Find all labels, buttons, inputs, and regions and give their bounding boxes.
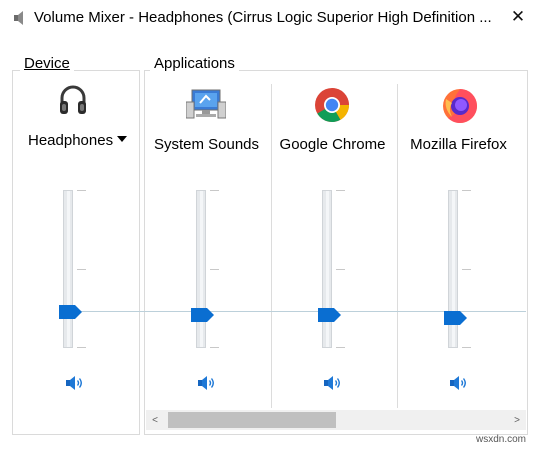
scroll-left-button[interactable]: < bbox=[146, 410, 164, 430]
close-button[interactable]: ✕ bbox=[500, 2, 536, 32]
slider-tick bbox=[210, 190, 219, 191]
slider-tick bbox=[336, 347, 345, 348]
column-divider bbox=[397, 84, 398, 408]
device-speaker-icon[interactable] bbox=[65, 374, 85, 392]
system-sounds-icon bbox=[186, 89, 226, 119]
slider-tick bbox=[462, 190, 471, 191]
app-name-mozilla-firefox: Mozilla Firefox bbox=[410, 136, 507, 153]
app-name-google-chrome: Google Chrome bbox=[279, 136, 386, 153]
chrome-icon bbox=[315, 88, 349, 122]
device-dropdown-label: Headphones bbox=[28, 132, 114, 149]
system-sounds-volume-slider[interactable] bbox=[196, 190, 206, 348]
slider-tick bbox=[462, 347, 471, 348]
system-sounds-speaker-icon[interactable] bbox=[197, 374, 217, 392]
slider-tick bbox=[462, 269, 471, 270]
slider-tick bbox=[77, 269, 86, 270]
slider-tick bbox=[336, 190, 345, 191]
device-volume-slider[interactable] bbox=[63, 190, 73, 348]
applications-group-label: Applications bbox=[150, 55, 239, 72]
horizontal-scrollbar[interactable]: < > bbox=[146, 410, 526, 430]
speaker-app-icon bbox=[14, 11, 23, 25]
slider-tick bbox=[210, 269, 219, 270]
chrome-speaker-icon[interactable] bbox=[323, 374, 343, 392]
scrollbar-thumb[interactable] bbox=[168, 412, 336, 428]
firefox-icon bbox=[443, 89, 477, 123]
headphones-icon bbox=[60, 85, 86, 114]
slider-tick bbox=[336, 269, 345, 270]
chrome-volume-slider[interactable] bbox=[322, 190, 332, 348]
scroll-right-button[interactable]: > bbox=[508, 410, 526, 430]
device-dropdown[interactable]: Headphones bbox=[28, 132, 128, 149]
slider-tick bbox=[77, 190, 86, 191]
watermark: wsxdn.com bbox=[476, 434, 527, 445]
app-name-system-sounds: System Sounds bbox=[153, 136, 260, 153]
dropdown-caret-icon bbox=[117, 136, 128, 142]
device-volume-thumb[interactable] bbox=[59, 305, 82, 319]
system-sounds-volume-thumb[interactable] bbox=[191, 308, 214, 322]
device-group-label: Device bbox=[20, 55, 74, 72]
firefox-volume-thumb[interactable] bbox=[444, 311, 467, 325]
window-title: Volume Mixer - Headphones (Cirrus Logic … bbox=[34, 9, 492, 26]
column-divider bbox=[271, 84, 272, 408]
firefox-speaker-icon[interactable] bbox=[449, 374, 469, 392]
slider-tick bbox=[77, 347, 86, 348]
slider-tick bbox=[210, 347, 219, 348]
chrome-volume-thumb[interactable] bbox=[318, 308, 341, 322]
